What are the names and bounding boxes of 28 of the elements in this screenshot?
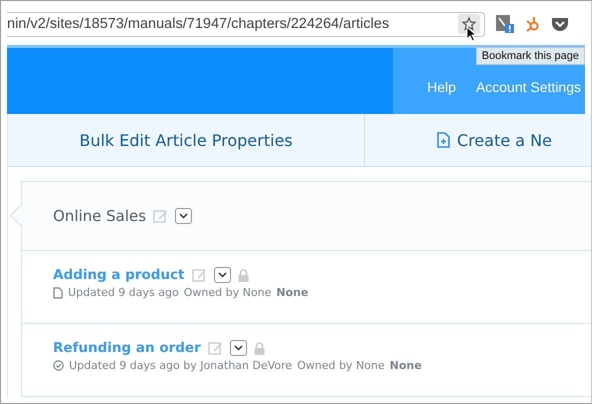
caret-icon (234, 345, 243, 351)
bulk-edit-button[interactable]: Bulk Edit Article Properties (8, 114, 365, 166)
owner-text: None (390, 359, 422, 372)
nav-link[interactable]: Help (427, 79, 456, 95)
owned-text: Owned by None (297, 359, 385, 372)
updated-text: Updated 9 days ago (68, 286, 179, 299)
article-link[interactable]: Refunding an order (53, 340, 201, 356)
dropdown-button[interactable] (230, 340, 247, 356)
lock-icon (238, 268, 249, 282)
owner-text: None (276, 286, 308, 299)
dropdown-button[interactable] (175, 208, 192, 224)
bookmark-star-button[interactable] (458, 14, 480, 34)
nav-link[interactable]: Account Settings (476, 79, 581, 95)
new-document-icon (437, 132, 450, 148)
create-button[interactable]: Create a Ne (365, 114, 591, 166)
article-link[interactable]: Adding a product (53, 267, 185, 283)
extension-icon[interactable] (495, 14, 515, 34)
address-bar[interactable]: nin/v2/sites/18573/manuals/71947/chapters/224264/articles (7, 12, 485, 36)
dropdown-button[interactable] (214, 267, 231, 283)
caret-icon (218, 272, 227, 278)
owned-text: Owned by None (184, 286, 272, 299)
updated-text: Updated 9 days ago by Jonathan DeVore (69, 359, 292, 372)
caret-icon (179, 213, 188, 219)
pocket-icon[interactable] (551, 16, 569, 32)
pointer-cursor-icon (466, 26, 477, 42)
lock-icon (254, 342, 265, 354)
chapter-title: Online Sales (53, 207, 146, 225)
tooltip: Bookmark this page (476, 47, 585, 65)
